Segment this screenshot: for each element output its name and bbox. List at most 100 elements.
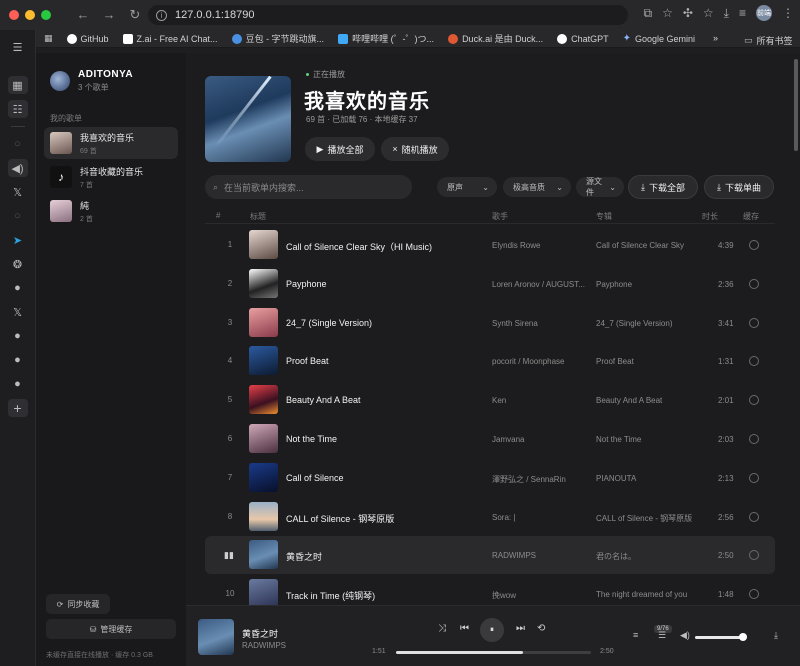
bookmark-bilibili[interactable]: 哔哩哔哩 (゜-゜)つ...	[338, 32, 434, 45]
table-row[interactable]: 6 Not the Time Jamvana Not the Time 2:03	[205, 420, 775, 458]
track-album[interactable]: The night dreamed of you	[596, 590, 687, 599]
lyrics-icon[interactable]: ≡	[633, 630, 638, 640]
volume-slider[interactable]	[695, 633, 747, 641]
download-icon[interactable]: ⤓	[774, 630, 778, 641]
cache-status-icon[interactable]	[749, 395, 759, 406]
minimize-window-button[interactable]	[25, 10, 35, 20]
table-row[interactable]: 5 Beauty And A Beat Ken Beauty And A Beat 2:…	[205, 381, 775, 419]
download-single-button[interactable]: ⤓ 下载单曲	[704, 175, 774, 199]
track-artist[interactable]: pocorit / Moonphase	[492, 357, 588, 366]
previous-track-icon[interactable]: ⏮	[460, 623, 469, 634]
cache-status-icon[interactable]	[749, 434, 759, 444]
github-rail-icon-4[interactable]: ●	[8, 375, 28, 393]
openai-icon[interactable]: ❂	[8, 255, 28, 273]
track-artist[interactable]: Synth Sirena	[492, 319, 588, 328]
reload-icon[interactable]: ↻	[124, 7, 146, 23]
back-arrow-icon[interactable]: ←	[72, 7, 94, 23]
track-artist[interactable]: Jamvana	[492, 435, 588, 444]
github-rail-icon-2[interactable]: ●	[8, 327, 28, 345]
sidebar-playlist-liked[interactable]: 我喜欢的音乐 69 首	[44, 127, 178, 159]
track-artist[interactable]: Elyndis Rowe	[492, 241, 588, 250]
grid-view-icon[interactable]: ▦	[7, 76, 28, 94]
track-artist[interactable]: Sora: |	[492, 513, 588, 522]
track-album[interactable]: 君の名は。	[596, 551, 636, 562]
track-artist[interactable]: RADWIMPS	[492, 551, 588, 560]
cache-status-icon[interactable]	[749, 589, 759, 600]
table-row[interactable]: 10 Track in Time (纯钢琴) 挽wow The night dream…	[205, 575, 775, 605]
user-profile[interactable]: ADITONYA 3 个歌单	[50, 69, 133, 93]
github-rail-icon-3[interactable]: ●	[8, 351, 28, 369]
sync-favorites-button[interactable]: ⟳ 同步收藏	[46, 594, 110, 614]
telegram-icon[interactable]: ➤	[8, 231, 28, 249]
profile-avatar[interactable]: 前端	[756, 5, 772, 21]
header-title[interactable]: 标题	[250, 211, 266, 222]
volume-icon[interactable]: ◀)	[680, 630, 690, 641]
speaker-icon[interactable]: ◀)	[7, 159, 28, 177]
now-playing-cover[interactable]	[198, 619, 234, 655]
github-rail-icon[interactable]: ●	[8, 279, 28, 297]
track-album[interactable]: PIANOUTA	[596, 474, 636, 483]
site-info-icon[interactable]: i	[156, 9, 167, 21]
cache-status-icon[interactable]	[749, 472, 759, 483]
placeholder-icon[interactable]: ○	[8, 135, 28, 153]
track-artist[interactable]: 挽wow	[492, 590, 588, 601]
blank-icon[interactable]: ○	[8, 207, 28, 225]
table-row[interactable]: 2 Payphone Loren Aronov / AUGUST... Payphon…	[205, 265, 775, 303]
header-artist[interactable]: 歌手	[492, 211, 508, 222]
quality-select[interactable]: 极高音质 ⌄	[503, 177, 571, 197]
sidebar-playlist-douyin[interactable]: ♪ 抖音收藏的音乐 7 首	[44, 161, 178, 193]
queue-list-icon[interactable]: ☰	[658, 630, 666, 641]
cache-status-icon[interactable]	[749, 317, 759, 328]
cache-status-icon[interactable]	[749, 278, 759, 289]
table-row[interactable]: 8 CALL of Silence - 钢琴原版 Sora: | CALL of Si…	[205, 498, 775, 536]
header-duration[interactable]: 时长	[702, 211, 718, 222]
download-all-button[interactable]: ⤓ 下载全部	[628, 175, 698, 199]
play-all-button[interactable]: ▶ 播放全部	[305, 137, 375, 161]
track-artist[interactable]: Ken	[492, 396, 588, 405]
media-icon[interactable]: ≡	[739, 6, 746, 20]
track-album[interactable]: Call of Silence Clear Sky	[596, 241, 684, 250]
track-artist[interactable]: Loren Aronov / AUGUST...	[492, 280, 588, 289]
track-album[interactable]: Beauty And A Beat	[596, 396, 662, 405]
table-row[interactable]: ▮▮ 黄昏之时 RADWIMPS 君の名は。 2:50	[205, 536, 775, 575]
volume-knob[interactable]	[738, 633, 747, 641]
table-row[interactable]: 4 Proof Beat pocorit / Moonphase Proof Beat…	[205, 342, 775, 380]
progress-slider[interactable]	[396, 651, 591, 654]
bookmark-zai[interactable]: Z.ai - Free AI Chat...	[122, 33, 218, 44]
bookmark-star-icon[interactable]: ☆	[662, 6, 673, 20]
pause-button[interactable]: ⏸	[480, 618, 504, 642]
sidebar-playlist-chun[interactable]: 純 2 首	[44, 195, 178, 227]
track-album[interactable]: Proof Beat	[596, 357, 634, 366]
bookmark-duckai[interactable]: Duck.ai 是由 Duck...	[448, 32, 543, 45]
menu-kebab-icon[interactable]: ⋮	[782, 6, 794, 20]
all-bookmarks-folder[interactable]: ▭ 所有书签	[744, 34, 793, 47]
table-row[interactable]: 1 Call of Silence Clear Sky（HI Music) Elyn…	[205, 226, 775, 264]
cache-status-icon[interactable]	[749, 240, 759, 250]
address-bar[interactable]: i 127.0.0.1:18790	[148, 5, 628, 25]
search-input[interactable]: ⌕ 在当前歌单内搜索...	[205, 175, 412, 199]
format-select[interactable]: 源文件 ⌄	[576, 177, 624, 197]
track-album[interactable]: Not the Time	[596, 435, 641, 444]
reading-list-icon[interactable]: ☆	[703, 6, 714, 20]
repeat-icon[interactable]: ⟲	[537, 623, 545, 634]
forward-arrow-icon[interactable]: →	[98, 7, 120, 23]
source-select[interactable]: 原声 ⌄	[437, 177, 497, 197]
bookmark-doubao[interactable]: 豆包 - 字节跳动旗...	[231, 32, 324, 45]
shuffle-play-button[interactable]: × 随机播放	[381, 137, 449, 161]
collapse-panel-icon[interactable]: ☰	[8, 38, 28, 56]
list-search-icon[interactable]: ☷	[7, 100, 28, 118]
maximize-window-button[interactable]	[41, 10, 51, 20]
extensions-icon[interactable]: ✣	[683, 6, 693, 20]
bookmark-github[interactable]: GitHub	[66, 33, 109, 44]
close-window-button[interactable]	[9, 10, 19, 20]
track-artist[interactable]: 澤野弘之 / SennaRin	[492, 474, 588, 485]
table-row[interactable]: 3 24_7 (Single Version) Synth Sirena 24_7 (…	[205, 304, 775, 342]
downloads-icon[interactable]: ⤓	[724, 6, 729, 21]
cache-status-icon[interactable]	[749, 511, 759, 522]
bookmark-gemini[interactable]: ✦ Google Gemini	[623, 33, 695, 44]
manage-cache-button[interactable]: ⛁ 管理缓存	[46, 619, 176, 639]
cast-icon[interactable]: ⧉	[644, 6, 653, 21]
track-album[interactable]: Payphone	[596, 280, 632, 289]
bookmarks-overflow-button[interactable]: »	[713, 33, 718, 43]
bookmark-chatgpt[interactable]: ChatGPT	[557, 33, 609, 44]
